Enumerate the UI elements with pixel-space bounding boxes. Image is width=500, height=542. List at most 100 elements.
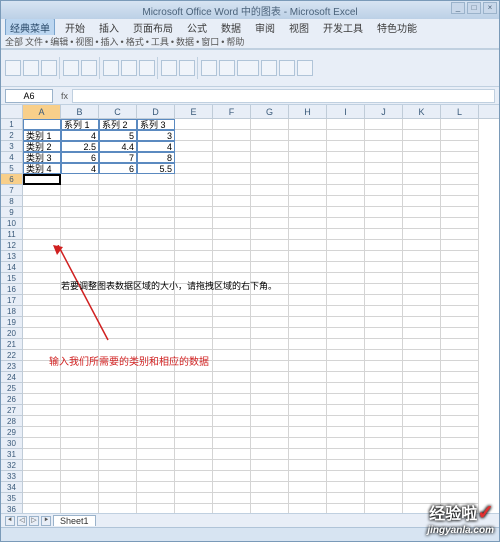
tab-insert[interactable]: 插入	[95, 19, 123, 36]
cell[interactable]	[327, 229, 365, 240]
cell[interactable]: 类别 4	[23, 163, 61, 174]
cell[interactable]	[365, 240, 403, 251]
cell[interactable]	[327, 350, 365, 361]
cell[interactable]	[365, 295, 403, 306]
cell[interactable]	[441, 130, 479, 141]
cell[interactable]	[365, 306, 403, 317]
cell[interactable]	[213, 306, 251, 317]
cell[interactable]	[403, 383, 441, 394]
cell[interactable]	[175, 328, 213, 339]
minimize-button[interactable]: _	[451, 2, 465, 14]
cell[interactable]	[441, 438, 479, 449]
cell[interactable]	[251, 427, 289, 438]
cell[interactable]	[289, 262, 327, 273]
cell[interactable]	[213, 317, 251, 328]
cell[interactable]	[441, 273, 479, 284]
cell[interactable]	[403, 438, 441, 449]
cell[interactable]	[289, 493, 327, 504]
cell[interactable]	[365, 449, 403, 460]
save-icon[interactable]	[41, 60, 57, 76]
cell[interactable]	[251, 229, 289, 240]
cell[interactable]	[251, 372, 289, 383]
cell[interactable]	[403, 394, 441, 405]
cell[interactable]	[365, 471, 403, 482]
cell[interactable]	[289, 306, 327, 317]
cell[interactable]	[213, 438, 251, 449]
cell[interactable]	[327, 174, 365, 185]
cell[interactable]	[327, 471, 365, 482]
cell[interactable]	[61, 185, 99, 196]
cell[interactable]	[327, 218, 365, 229]
cell[interactable]	[175, 405, 213, 416]
cell[interactable]	[175, 416, 213, 427]
cell[interactable]	[403, 317, 441, 328]
cell[interactable]	[365, 152, 403, 163]
cell[interactable]	[403, 361, 441, 372]
cell[interactable]	[213, 339, 251, 350]
print-icon[interactable]	[63, 60, 79, 76]
cell[interactable]	[327, 295, 365, 306]
cell[interactable]	[365, 339, 403, 350]
row-header[interactable]: 1	[1, 119, 23, 130]
row-header[interactable]: 7	[1, 185, 23, 196]
cell[interactable]	[99, 383, 137, 394]
cell[interactable]	[327, 273, 365, 284]
cell[interactable]	[289, 317, 327, 328]
cell[interactable]	[251, 394, 289, 405]
cell[interactable]	[137, 328, 175, 339]
cell[interactable]	[61, 306, 99, 317]
cell[interactable]	[251, 504, 289, 513]
cell[interactable]	[289, 405, 327, 416]
cell[interactable]	[289, 119, 327, 130]
cell[interactable]	[327, 361, 365, 372]
cell[interactable]	[99, 394, 137, 405]
cell[interactable]	[175, 130, 213, 141]
cell[interactable]	[61, 372, 99, 383]
cell[interactable]	[441, 262, 479, 273]
cell[interactable]	[23, 438, 61, 449]
autosum-icon[interactable]	[237, 60, 259, 76]
row-header[interactable]: 22	[1, 350, 23, 361]
cell[interactable]: 6	[61, 152, 99, 163]
cell[interactable]	[251, 185, 289, 196]
cell[interactable]	[213, 504, 251, 513]
cell[interactable]	[23, 339, 61, 350]
cell[interactable]	[23, 174, 61, 185]
cell[interactable]	[327, 284, 365, 295]
cell[interactable]	[289, 350, 327, 361]
menu-file[interactable]: 文件	[25, 35, 43, 48]
cell[interactable]: 6	[99, 163, 137, 174]
cell[interactable]	[441, 119, 479, 130]
cell[interactable]	[441, 306, 479, 317]
cell[interactable]	[365, 416, 403, 427]
cell[interactable]	[365, 427, 403, 438]
cell[interactable]	[441, 416, 479, 427]
cell[interactable]	[441, 350, 479, 361]
cell[interactable]	[175, 493, 213, 504]
col-header-e[interactable]: E	[175, 105, 213, 119]
cell[interactable]	[99, 218, 137, 229]
cell[interactable]	[327, 493, 365, 504]
cell[interactable]	[289, 251, 327, 262]
cell[interactable]	[441, 196, 479, 207]
cell[interactable]: 5	[99, 130, 137, 141]
cell[interactable]	[213, 119, 251, 130]
cell[interactable]	[289, 163, 327, 174]
cell[interactable]	[403, 196, 441, 207]
cell[interactable]	[289, 383, 327, 394]
cell[interactable]	[23, 240, 61, 251]
cell[interactable]	[327, 460, 365, 471]
cell[interactable]	[251, 361, 289, 372]
cell[interactable]	[403, 350, 441, 361]
cell[interactable]	[251, 449, 289, 460]
col-header-a[interactable]: A	[23, 105, 61, 119]
cell[interactable]	[61, 295, 99, 306]
cell[interactable]	[365, 207, 403, 218]
cell[interactable]	[61, 460, 99, 471]
col-header-g[interactable]: G	[251, 105, 289, 119]
cell[interactable]	[175, 262, 213, 273]
cell[interactable]	[289, 295, 327, 306]
cell[interactable]	[289, 130, 327, 141]
cell[interactable]	[441, 251, 479, 262]
row-header[interactable]: 36	[1, 504, 23, 513]
